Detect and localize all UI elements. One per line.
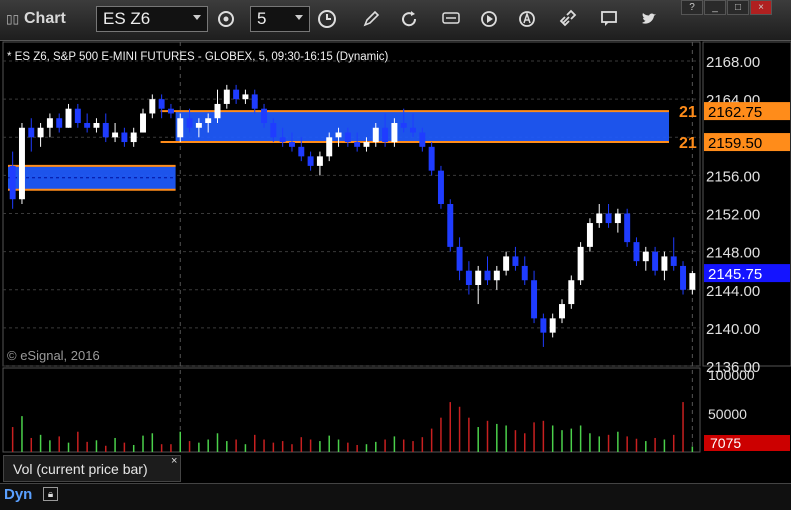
level-tag-label: 2162.75	[708, 104, 762, 121]
y-tick-label: 2152.00	[706, 207, 760, 224]
candle-body	[279, 137, 286, 143]
candle-body	[372, 127, 379, 143]
candle-body	[74, 108, 81, 123]
candle-body	[391, 123, 398, 143]
candle-body	[577, 246, 584, 281]
y-tick-label: 2168.00	[706, 54, 760, 71]
candle-body	[307, 156, 314, 166]
candle-body	[689, 273, 696, 290]
footer-mode[interactable]: Dyn	[4, 486, 32, 503]
candle-body	[447, 204, 454, 247]
candle-body	[84, 123, 91, 128]
candle-body	[242, 94, 249, 100]
copyright-text: © eSignal, 2016	[7, 348, 100, 363]
y-tick-label: 2156.00	[706, 168, 760, 185]
candle-body	[289, 142, 295, 147]
candle-body	[428, 146, 435, 171]
candle-body	[158, 99, 165, 109]
candle-body	[465, 270, 472, 285]
candle-body	[177, 118, 184, 138]
candle-body	[167, 108, 174, 114]
price-panel	[2, 41, 701, 367]
candle-body	[419, 132, 426, 147]
candle-body	[559, 304, 565, 319]
candle-body	[149, 99, 156, 114]
candle-body	[140, 113, 146, 133]
candle-body	[298, 146, 305, 157]
volume-panel	[2, 367, 701, 453]
time-axis-bar	[0, 483, 791, 510]
candle-body	[605, 213, 612, 224]
candle-body	[484, 270, 491, 281]
candle-body	[410, 127, 416, 133]
candle-body	[531, 280, 538, 319]
candle-body	[130, 132, 137, 143]
price-chart[interactable]: 2168.002164.002160.002156.002152.002148.…	[0, 0, 791, 509]
volume-last-label: 7075	[710, 435, 741, 451]
candle-body	[661, 256, 668, 271]
candle-body	[251, 94, 258, 109]
candle-body	[205, 118, 212, 123]
candle-body	[633, 242, 640, 262]
candle-body	[195, 123, 202, 128]
chart-description: * ES Z6, S&P 500 E-MINI FUTURES - GLOBEX…	[7, 51, 389, 63]
candle-body	[568, 280, 575, 305]
candle-body	[614, 213, 621, 224]
candle-body	[223, 89, 230, 104]
candle-body	[680, 265, 687, 290]
volume-study-label[interactable]: Vol (current price bar)	[3, 455, 181, 482]
candle-body	[121, 132, 128, 143]
candle-body	[437, 170, 444, 204]
volume-tick-label: 50000	[708, 406, 747, 422]
candle-body	[37, 127, 44, 138]
candle-body	[540, 318, 547, 333]
candle-body	[93, 123, 100, 128]
y-tick-label: 2148.00	[706, 245, 760, 262]
candle-body	[261, 108, 268, 123]
candle-body	[624, 213, 631, 243]
price-axis	[702, 41, 791, 367]
candle-body	[214, 103, 221, 119]
candle-body	[382, 127, 389, 143]
candle-body	[18, 127, 25, 200]
candle-body	[363, 142, 370, 147]
candle-body	[326, 137, 333, 157]
level-prefix: 21	[679, 104, 697, 121]
candle-body	[270, 123, 277, 138]
candle-body	[65, 108, 72, 128]
last-price-label: 2145.75	[708, 266, 762, 283]
candle-body	[549, 318, 556, 333]
candle-body	[493, 270, 500, 281]
candle-body	[354, 142, 361, 147]
candle-body	[112, 132, 119, 138]
candle-body	[512, 256, 519, 266]
candle-body	[335, 132, 342, 138]
candle-body	[670, 256, 677, 266]
candle-body	[400, 123, 407, 128]
candle-body	[344, 132, 351, 143]
candle-body	[596, 213, 603, 224]
volume-close-button[interactable]: ×	[171, 455, 177, 467]
candle-body	[475, 270, 482, 285]
volume-tick-label: 100000	[708, 367, 755, 383]
candle-body	[46, 118, 53, 128]
level-prefix: 21	[679, 135, 697, 152]
candle-body	[56, 118, 63, 128]
candle-body	[456, 246, 463, 271]
candle-body	[652, 251, 659, 271]
candle-body	[9, 165, 16, 200]
y-tick-label: 2144.00	[706, 283, 760, 300]
candle-body	[521, 265, 528, 281]
y-tick-label: 2140.00	[706, 321, 760, 338]
candle-body	[586, 223, 593, 247]
candle-body	[316, 156, 323, 166]
candle-body	[102, 123, 109, 138]
candle-body	[233, 89, 240, 100]
candle-body	[28, 127, 35, 138]
level-tag-label: 2159.50	[708, 135, 762, 152]
candle-body	[642, 251, 649, 262]
lock-icon[interactable]: 🔒︎	[43, 487, 58, 501]
candle-body	[503, 256, 510, 271]
candle-body	[186, 118, 193, 128]
